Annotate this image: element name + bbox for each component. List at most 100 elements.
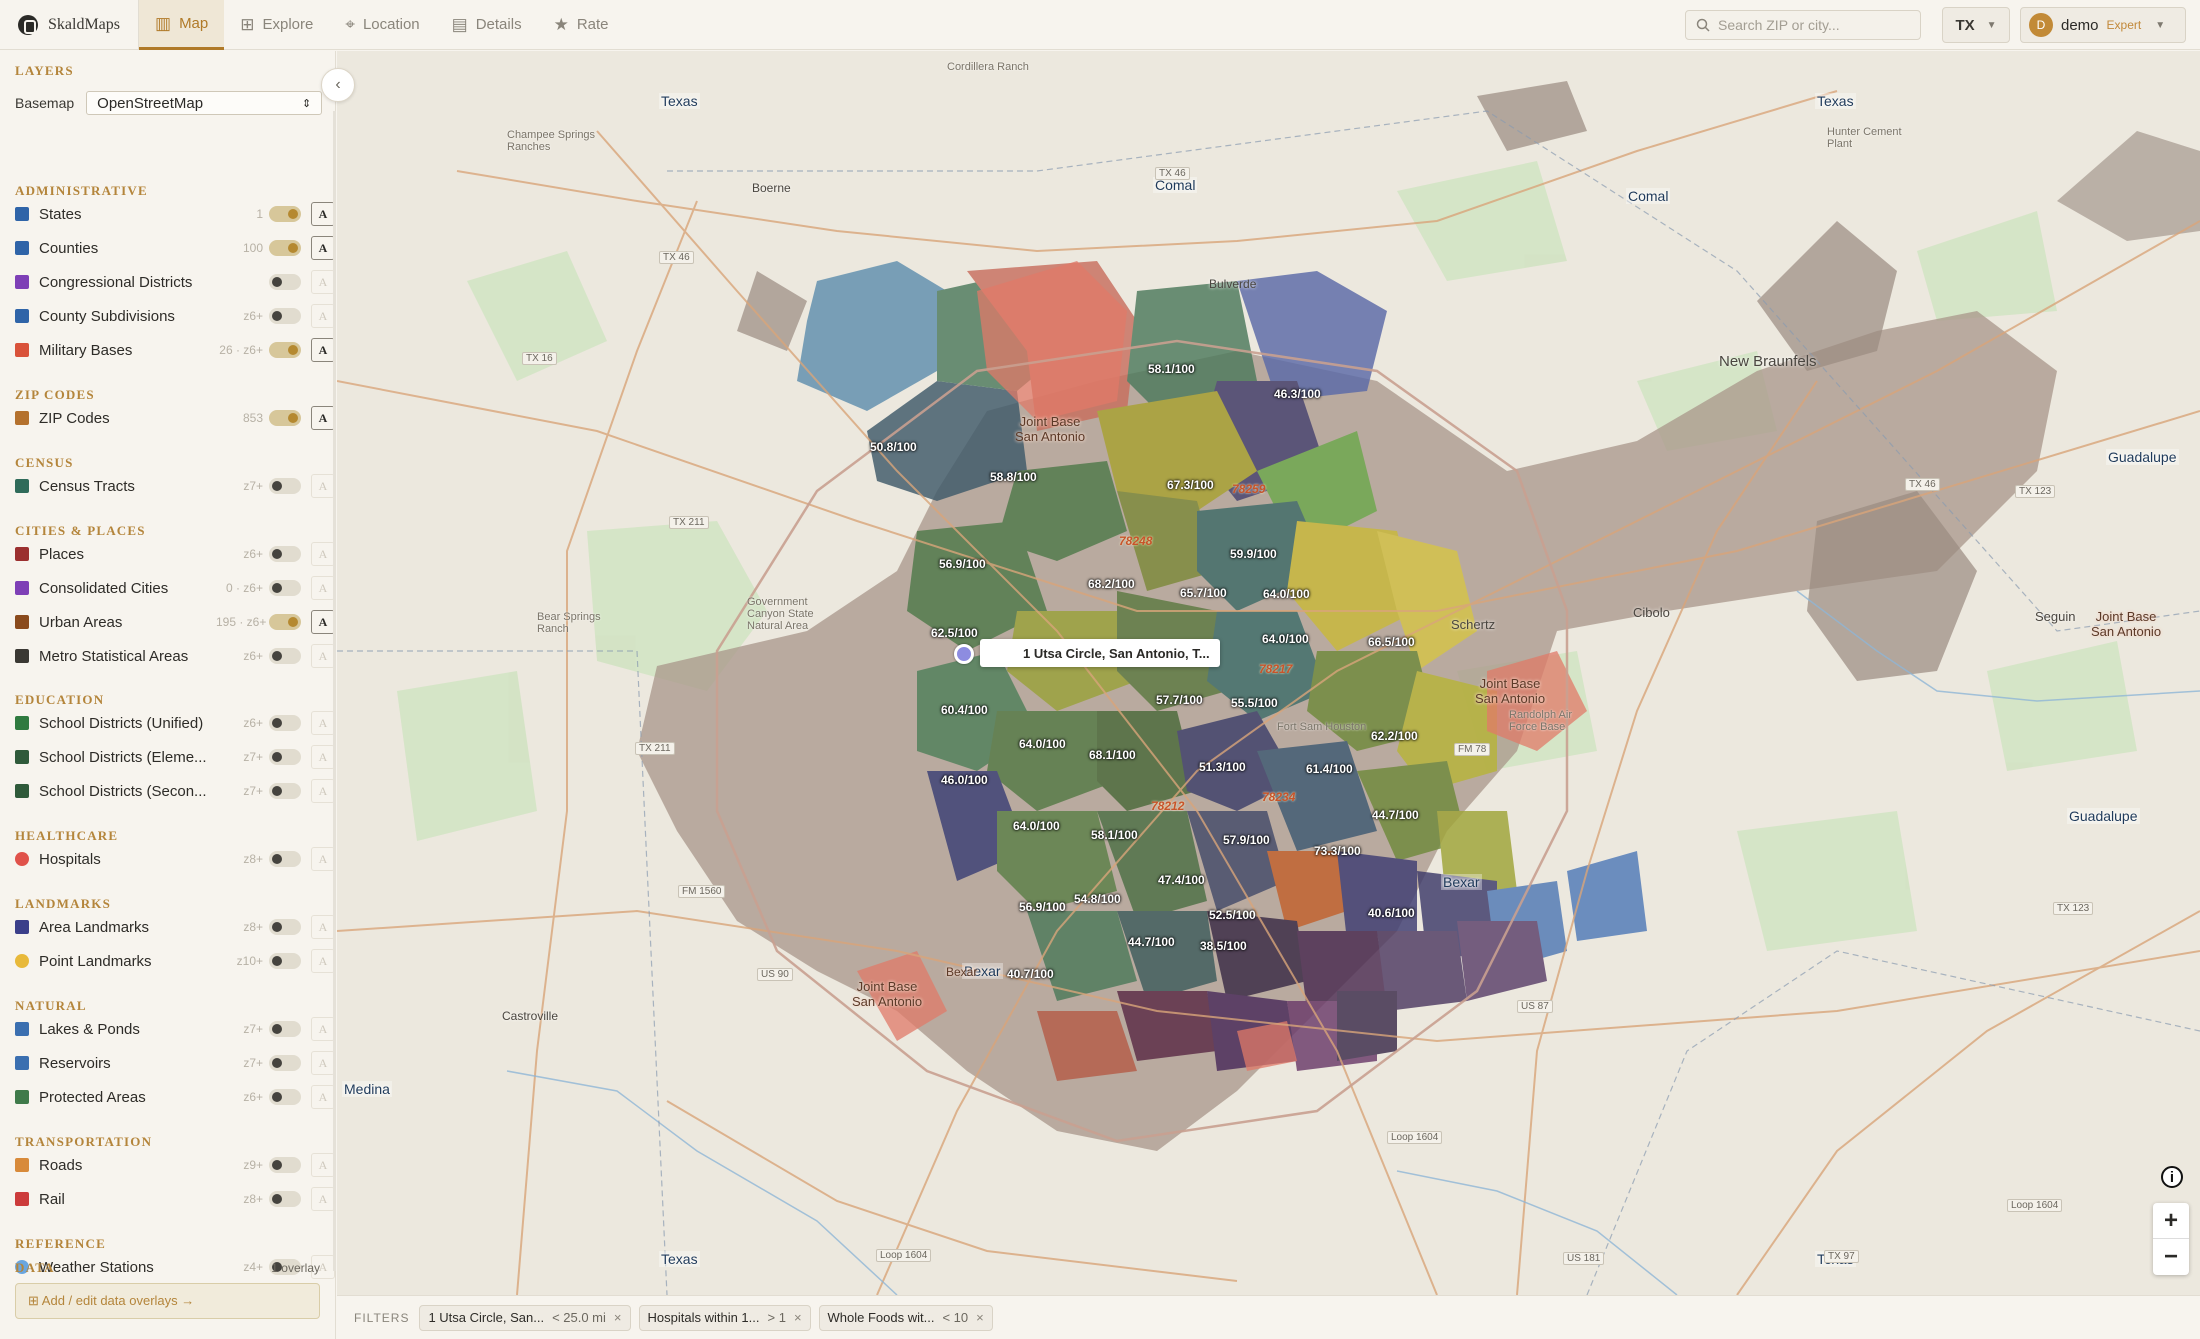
layer-row[interactable]: Consolidated Cities 0 · z6+ A	[15, 575, 335, 601]
tab-map[interactable]: ▥ Map	[139, 0, 225, 50]
layer-row[interactable]: Point Landmarks z10+ A	[15, 948, 335, 974]
layer-toggle[interactable]	[269, 546, 301, 562]
layer-row[interactable]: County Subdivisions z6+ A	[15, 303, 335, 329]
layer-count: z9+	[243, 1158, 263, 1172]
label-toggle-button[interactable]: A	[311, 1017, 335, 1041]
location-marker[interactable]	[954, 644, 974, 664]
tab-rate[interactable]: ★ Rate	[538, 0, 625, 50]
layer-name: Protected Areas	[39, 1088, 146, 1106]
label-toggle-button[interactable]: A	[311, 406, 335, 430]
close-icon[interactable]: ×	[794, 1310, 802, 1325]
layer-row[interactable]: Congressional Districts A	[15, 269, 335, 295]
layer-row[interactable]: Reservoirs z7+ A	[15, 1050, 335, 1076]
label-toggle-button[interactable]: A	[311, 1051, 335, 1075]
layer-toggle[interactable]	[269, 851, 301, 867]
zoom-out-button[interactable]: −	[2153, 1239, 2189, 1275]
layer-row[interactable]: Urban Areas 195 · z6+ A	[15, 609, 335, 635]
location-popup[interactable]: 1 Utsa Circle, San Antonio, T...	[980, 639, 1220, 667]
layer-row[interactable]: Lakes & Ponds z7+ A	[15, 1016, 335, 1042]
zoom-in-button[interactable]: +	[2153, 1203, 2189, 1239]
map-canvas[interactable]: Texas Texas Comal Comal Guadalupe Guadalupe Be…	[337, 51, 2200, 1295]
user-menu[interactable]: D demo Expert ▼	[2020, 7, 2186, 43]
layer-row[interactable]: Roads z9+ A	[15, 1152, 335, 1178]
basemap-select[interactable]: OpenStreetMap ⇕	[86, 91, 323, 115]
layer-toggle[interactable]	[269, 1089, 301, 1105]
label-toggle-button[interactable]: A	[311, 610, 335, 634]
label-toggle-button[interactable]: A	[311, 236, 335, 260]
label-toggle-button[interactable]: A	[311, 1187, 335, 1211]
layer-toggle[interactable]	[269, 1055, 301, 1071]
layer-row[interactable]: School Districts (Secon... z7+ A	[15, 778, 335, 804]
layer-row[interactable]: Places z6+ A	[15, 541, 335, 567]
layer-row[interactable]: School Districts (Eleme... z7+ A	[15, 744, 335, 770]
zip-score: 40.6/100	[1368, 906, 1415, 920]
layer-name: County Subdivisions	[39, 307, 175, 325]
county-label: Guadalupe	[2106, 449, 2179, 465]
layer-toggle[interactable]	[269, 240, 301, 256]
search-input[interactable]	[1718, 17, 1908, 33]
layer-toggle[interactable]	[269, 206, 301, 222]
layer-row[interactable]: Counties 100 A	[15, 235, 335, 261]
label-toggle-button[interactable]: A	[311, 1153, 335, 1177]
tab-location[interactable]: ⌖ Location	[329, 0, 435, 50]
tab-explore[interactable]: ⊞ Explore	[224, 0, 329, 50]
layer-toggle[interactable]	[269, 580, 301, 596]
label-toggle-button[interactable]: A	[311, 542, 335, 566]
info-icon[interactable]: i	[2161, 1166, 2183, 1188]
layer-toggle[interactable]	[269, 478, 301, 494]
label-toggle-button[interactable]: A	[311, 847, 335, 871]
layer-row[interactable]: Area Landmarks z8+ A	[15, 914, 335, 940]
collapse-sidebar-button[interactable]: ‹	[321, 68, 355, 102]
add-overlay-button[interactable]: ⊞ Add / edit data overlays →	[15, 1283, 320, 1319]
zip-score: 66.5/100	[1368, 635, 1415, 649]
layer-toggle[interactable]	[269, 614, 301, 630]
label-toggle-button[interactable]: A	[311, 915, 335, 939]
label-toggle-button[interactable]: A	[311, 949, 335, 973]
tab-details[interactable]: ▤ Details	[436, 0, 538, 50]
layer-toggle[interactable]	[269, 410, 301, 426]
close-icon[interactable]: ×	[614, 1310, 622, 1325]
sidebar-scrollbar[interactable]	[333, 111, 336, 1271]
layer-toggle[interactable]	[269, 953, 301, 969]
layer-toggle[interactable]	[269, 919, 301, 935]
sidebar-scroll[interactable]: LAYERS Basemap OpenStreetMap ⇕ ADMINISTR…	[0, 51, 336, 1339]
label-toggle-button[interactable]: A	[311, 1085, 335, 1109]
label-toggle-button[interactable]: A	[311, 474, 335, 498]
layer-row[interactable]: Military Bases 26 · z6+ A	[15, 337, 335, 363]
label-toggle-button[interactable]: A	[311, 576, 335, 600]
layer-row[interactable]: States 1 A	[15, 201, 335, 227]
label-toggle-button[interactable]: A	[311, 745, 335, 769]
layer-row[interactable]: ZIP Codes 853 A	[15, 405, 335, 431]
place-label: Fort Sam Houston	[1277, 721, 1367, 733]
layer-toggle[interactable]	[269, 783, 301, 799]
filter-chip[interactable]: 1 Utsa Circle, San... < 25.0 mi ×	[419, 1304, 631, 1331]
layer-toggle[interactable]	[269, 342, 301, 358]
label-toggle-button[interactable]: A	[311, 779, 335, 803]
layer-toggle[interactable]	[269, 274, 301, 290]
filter-chip[interactable]: Hospitals within 1... > 1 ×	[638, 1304, 811, 1331]
layer-toggle[interactable]	[269, 749, 301, 765]
label-toggle-button[interactable]: A	[311, 304, 335, 328]
layer-row[interactable]: Census Tracts z7+ A	[15, 473, 335, 499]
layer-toggle[interactable]	[269, 1191, 301, 1207]
layer-row[interactable]: School Districts (Unified) z6+ A	[15, 710, 335, 736]
label-toggle-button[interactable]: A	[311, 644, 335, 668]
layer-row[interactable]: Protected Areas z6+ A	[15, 1084, 335, 1110]
state-selector[interactable]: TX ▼	[1942, 7, 2010, 43]
label-toggle-button[interactable]: A	[311, 202, 335, 226]
label-toggle-button[interactable]: A	[311, 711, 335, 735]
layer-toggle[interactable]	[269, 308, 301, 324]
label-toggle-button[interactable]: A	[311, 270, 335, 294]
close-icon[interactable]: ×	[976, 1310, 984, 1325]
layer-toggle[interactable]	[269, 1021, 301, 1037]
layer-toggle[interactable]	[269, 1157, 301, 1173]
layer-row[interactable]: Rail z8+ A	[15, 1186, 335, 1212]
layer-row[interactable]: Hospitals z8+ A	[15, 846, 335, 872]
layer-toggle[interactable]	[269, 648, 301, 664]
layer-row[interactable]: Metro Statistical Areas z6+ A	[15, 643, 335, 669]
filter-chip[interactable]: Whole Foods wit... < 10 ×	[818, 1304, 993, 1331]
layer-toggle[interactable]	[269, 715, 301, 731]
label-toggle-button[interactable]: A	[311, 338, 335, 362]
chevron-down-icon: ▼	[1986, 19, 1997, 31]
brand[interactable]: SkaldMaps	[0, 0, 139, 50]
